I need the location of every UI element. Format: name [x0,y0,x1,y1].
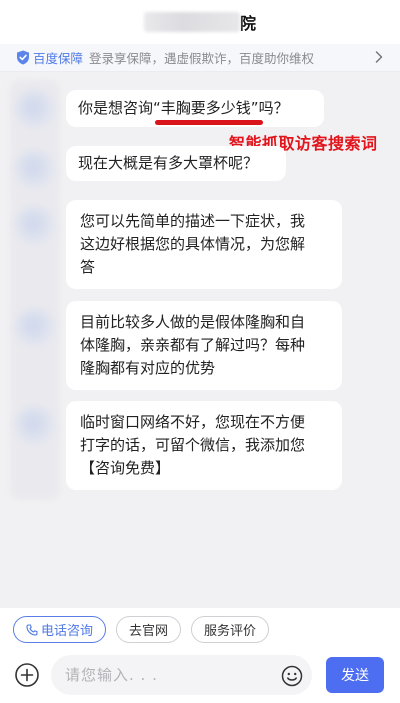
message-bubble: 现在大概是有多大罩杯呢？ [66,146,286,181]
baidu-guarantee-bar[interactable]: 百度保障 登录享保障，遇虚假欺诈，百度助你维权 [0,44,400,72]
message-line: 您可以先简单的描述一下症状，我 [80,212,306,230]
message-bubble: 临时窗口网络不好，您现在不方便 打字的话，可留个微信，我添加您 【咨询免费】 [66,401,342,490]
agent-avatar [16,308,54,346]
message-line: 打字的话，可留个微信，我添加您 [80,436,306,454]
redacted-title [143,12,240,32]
message-line: 隆胸都有对应的优势 [80,359,216,377]
bottom-bar: 电话咨询 去官网 服务评价 发送 [0,608,400,703]
chat-header: 院 [0,0,400,44]
page-title: 院 [143,10,256,34]
service-rating-label: 服务评价 [204,624,257,639]
chevron-right-icon [374,50,384,64]
guarantee-brand: 百度保障 [33,51,84,66]
red-underline [155,120,263,125]
message-bubble: 目前比较多人做的是假体隆胸和自 体隆胸，亲亲都有了解过吗？每种 隆胸都有对应的优… [66,301,342,390]
quick-actions: 电话咨询 去官网 服务评价 [13,616,270,643]
service-rating-button[interactable]: 服务评价 [191,616,270,643]
highlighted-search-term: “丰胸要多少钱” [153,97,263,125]
phone-consult-button[interactable]: 电话咨询 [13,616,107,643]
agent-avatar [16,150,54,188]
official-site-button[interactable]: 去官网 [116,616,182,643]
message-line: 【咨询免费】 [80,459,171,477]
message-bubble: 您可以先简单的描述一下症状，我 这边好根据您的具体情况，为您解 答 [66,200,342,289]
search-term-text: “丰胸要多少钱” [153,99,259,117]
message-bubble: 你是想咨询“丰胸要多少钱” 吗？ [66,90,324,127]
chat-area[interactable]: 你是想咨询“丰胸要多少钱” 吗？ 智能抓取访客搜索词 现在大概是有多大罩杯呢？ 您… [0,72,400,608]
agent-avatar [16,90,54,128]
send-button[interactable]: 发送 [326,657,384,693]
phone-consult-label: 电话咨询 [41,624,94,639]
title-suffix: 院 [239,14,256,33]
message-input[interactable] [51,655,312,695]
message-text: 你是想咨询 [78,99,154,117]
message-line: 体隆胸，亲亲都有了解过吗？每种 [80,336,306,354]
guarantee-text: 登录享保障，遇虚假欺诈，百度助你维权 [89,51,315,66]
phone-icon [26,623,38,636]
shield-check-icon [16,50,30,65]
message-line: 临时窗口网络不好，您现在不方便 [80,413,306,431]
agent-avatar [16,406,54,444]
message-line: 现在大概是有多大罩杯呢？ [78,154,259,172]
message-line: 这边好根据您的具体情况，为您解 [80,235,306,253]
message-text: 吗？ [258,99,289,117]
plus-circle-icon[interactable] [14,662,40,688]
emoji-smile-icon[interactable] [281,665,303,687]
message-line: 目前比较多人做的是假体隆胸和自 [80,313,306,331]
message-line: 答 [80,258,96,276]
official-site-label: 去官网 [129,624,169,639]
agent-avatar [16,206,54,244]
